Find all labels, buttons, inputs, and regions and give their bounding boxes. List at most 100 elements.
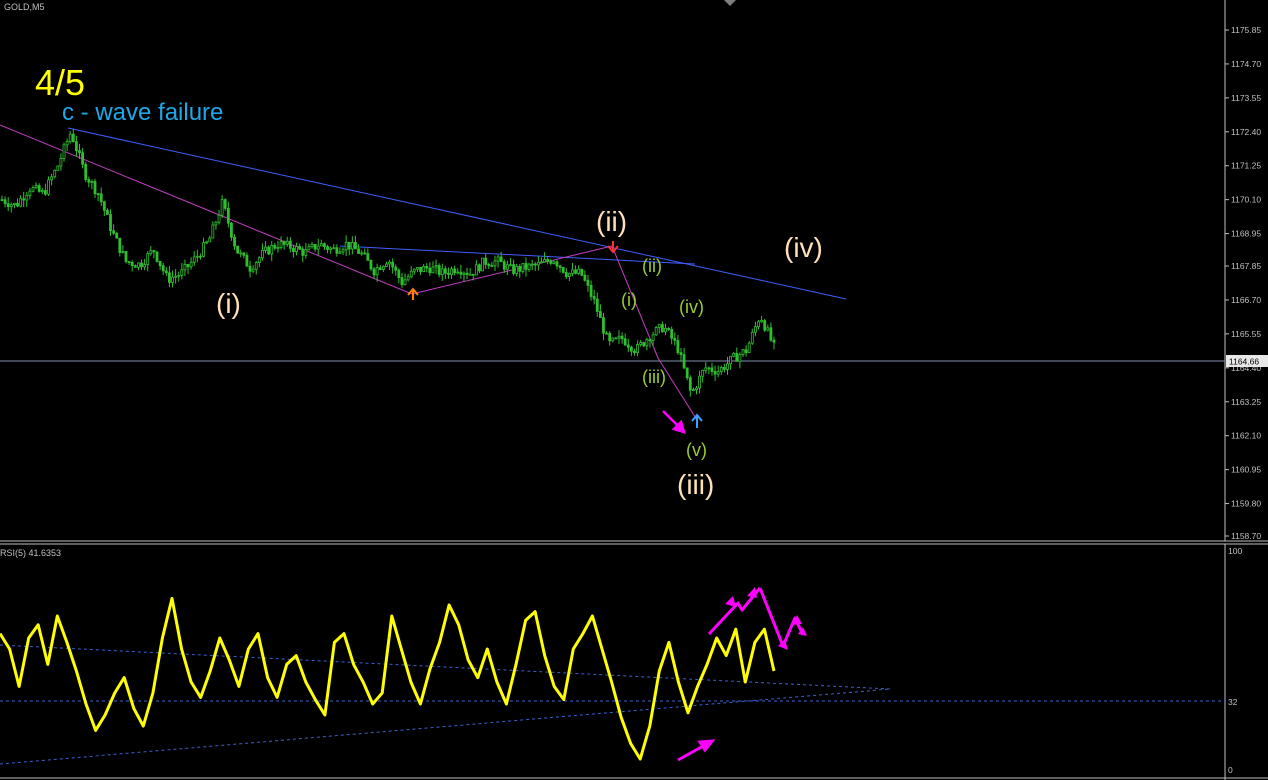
candle-body[interactable] <box>9 204 13 208</box>
candle-body[interactable] <box>149 250 153 255</box>
candle-body[interactable] <box>34 185 38 188</box>
candle-body[interactable] <box>651 334 655 341</box>
rsi-trendline-upper[interactable] <box>0 644 891 690</box>
candle-body[interactable] <box>341 249 345 253</box>
candle-body[interactable] <box>598 311 602 318</box>
candle-body[interactable] <box>505 264 509 270</box>
candle-body[interactable] <box>239 252 243 255</box>
candle-body[interactable] <box>648 339 652 342</box>
candle-body[interactable] <box>56 165 60 171</box>
wave-path-magenta[interactable] <box>0 124 698 421</box>
candle-body[interactable] <box>670 329 674 339</box>
candle-body[interactable] <box>561 267 565 273</box>
candle-body[interactable] <box>440 268 444 275</box>
candle-body[interactable] <box>639 342 643 345</box>
candle-body[interactable] <box>468 273 472 276</box>
candle-body[interactable] <box>425 266 429 269</box>
candle-body[interactable] <box>81 152 85 165</box>
candle-body[interactable] <box>617 335 621 339</box>
candle-body[interactable] <box>605 332 608 335</box>
candle-body[interactable] <box>161 265 165 272</box>
candle-body[interactable] <box>385 263 388 267</box>
candle-body[interactable] <box>623 338 627 346</box>
candle-body[interactable] <box>112 230 116 234</box>
candle-body[interactable] <box>282 241 286 245</box>
candle-body[interactable] <box>372 268 376 276</box>
candle-body[interactable] <box>750 331 754 344</box>
candle-body[interactable] <box>592 296 596 300</box>
candle-body[interactable] <box>629 346 633 352</box>
candle-body[interactable] <box>168 272 171 283</box>
candle-body[interactable] <box>406 276 410 281</box>
candle-body[interactable] <box>419 267 422 273</box>
candle-body[interactable] <box>140 262 143 268</box>
candle-body[interactable] <box>456 271 460 274</box>
candle-body[interactable] <box>437 265 441 275</box>
candle-body[interactable] <box>434 265 438 268</box>
candle-body[interactable] <box>595 298 599 312</box>
candle-body[interactable] <box>326 246 329 250</box>
candle-body[interactable] <box>90 181 94 183</box>
candle-body[interactable] <box>199 255 202 258</box>
candle-body[interactable] <box>164 270 168 274</box>
candle-body[interactable] <box>177 274 181 277</box>
candle-body[interactable] <box>96 193 100 196</box>
candle-body[interactable] <box>722 367 726 370</box>
candle-body[interactable] <box>388 261 391 265</box>
candle-body[interactable] <box>292 247 295 252</box>
candle-body[interactable] <box>459 271 463 275</box>
candle-body[interactable] <box>381 265 385 270</box>
candle-body[interactable] <box>512 264 515 274</box>
candle-body[interactable] <box>409 270 413 278</box>
candle-body[interactable] <box>710 367 714 372</box>
candle-body[interactable] <box>202 242 205 257</box>
candle-body[interactable] <box>363 252 367 255</box>
candle-body[interactable] <box>121 251 125 253</box>
candle-body[interactable] <box>78 150 81 154</box>
candle-body[interactable] <box>738 354 742 362</box>
candle-body[interactable] <box>109 214 112 232</box>
candle-body[interactable] <box>704 367 708 371</box>
candle-body[interactable] <box>192 256 196 263</box>
candle-body[interactable] <box>87 179 91 183</box>
candle-body[interactable] <box>335 247 339 254</box>
candle-body[interactable] <box>443 268 447 274</box>
candle-body[interactable] <box>189 261 193 268</box>
candle-body[interactable] <box>360 252 364 255</box>
candle-body[interactable] <box>654 327 658 336</box>
candle-body[interactable] <box>691 389 695 392</box>
candle-body[interactable] <box>583 274 587 281</box>
candle-body[interactable] <box>366 253 370 261</box>
candle-body[interactable] <box>133 265 137 268</box>
candle-body[interactable] <box>236 245 240 254</box>
candle-body[interactable] <box>657 324 661 328</box>
candle-body[interactable] <box>301 248 305 256</box>
candle-body[interactable] <box>540 261 543 264</box>
candle-body[interactable] <box>729 355 732 365</box>
candle-body[interactable] <box>205 241 209 244</box>
candle-body[interactable] <box>478 264 481 272</box>
candle-body[interactable] <box>766 327 770 331</box>
candle-body[interactable] <box>22 198 26 201</box>
candle-body[interactable] <box>130 261 134 267</box>
candle-body[interactable] <box>484 257 488 265</box>
candle-body[interactable] <box>208 237 212 243</box>
candle-body[interactable] <box>397 269 401 279</box>
candle-body[interactable] <box>567 272 571 277</box>
candle-body[interactable] <box>354 242 357 250</box>
candle-body[interactable] <box>50 176 54 181</box>
candle-body[interactable] <box>350 242 354 250</box>
candle-body[interactable] <box>75 141 78 151</box>
candle-body[interactable] <box>124 251 128 262</box>
candle-body[interactable] <box>146 253 150 265</box>
candle-body[interactable] <box>580 268 584 276</box>
candle-body[interactable] <box>0 199 4 202</box>
candle-body[interactable] <box>574 269 577 274</box>
candle-body[interactable] <box>515 266 519 274</box>
candle-body[interactable] <box>152 250 156 253</box>
candle-body[interactable] <box>47 179 50 195</box>
candle-body[interactable] <box>431 266 435 274</box>
candle-body[interactable] <box>546 259 550 262</box>
candle-body[interactable] <box>118 237 122 253</box>
candle-body[interactable] <box>369 260 373 270</box>
